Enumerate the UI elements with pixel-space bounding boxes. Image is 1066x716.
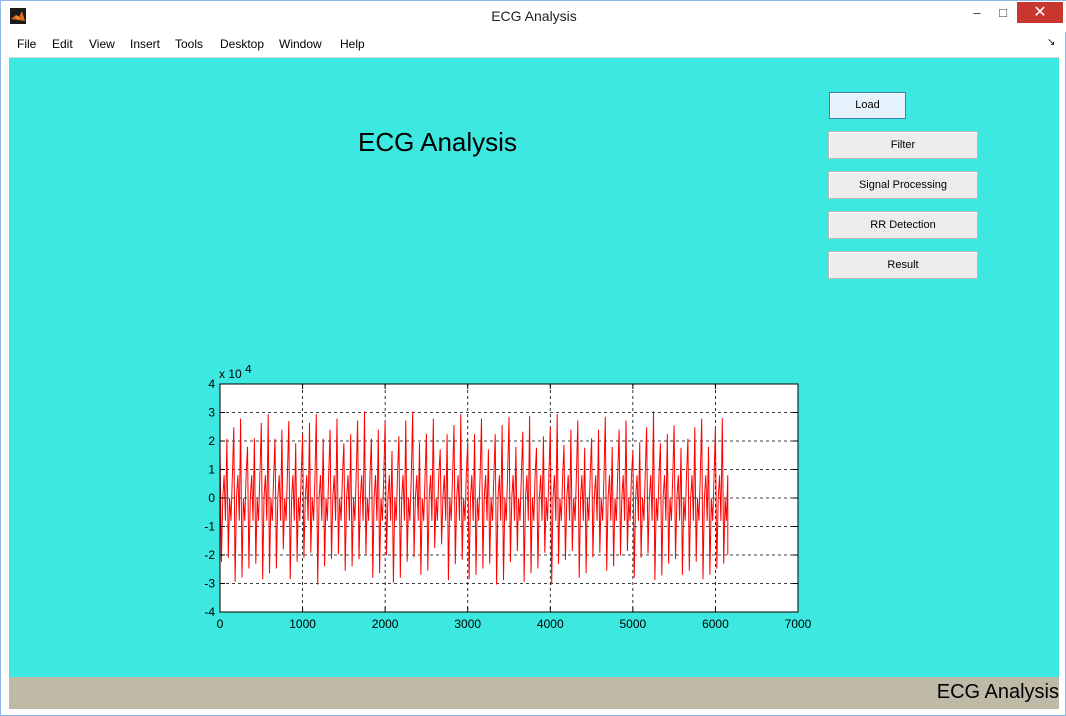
status-text: ECG Analysis <box>936 681 1059 703</box>
y-tick-label: 1 <box>208 463 215 477</box>
y-exponent-label: x 10 <box>219 367 242 381</box>
page-title: ECG Analysis <box>358 127 517 157</box>
menu-file[interactable]: File <box>17 37 36 51</box>
y-tick-label: -1 <box>204 520 215 534</box>
rr-detection-button[interactable]: RR Detection <box>828 211 978 239</box>
y-tick-label: -4 <box>204 605 215 619</box>
minimize-icon[interactable]: – <box>963 2 991 23</box>
app-window: ECG Analysis – □ ✕ File Edit View Insert… <box>0 0 1066 716</box>
x-tick-label: 7000 <box>785 617 811 631</box>
y-tick-label: 3 <box>208 406 215 420</box>
menu-window[interactable]: Window <box>279 37 322 51</box>
menu-bar: File Edit View Insert Tools Desktop Wind… <box>9 32 1059 58</box>
menu-edit[interactable]: Edit <box>52 37 73 51</box>
x-tick-label: 0 <box>217 617 224 631</box>
filter-button[interactable]: Filter <box>828 131 978 159</box>
y-tick-label: 2 <box>208 434 215 448</box>
y-exponent-power: 4 <box>245 365 252 376</box>
x-tick-label: 3000 <box>454 617 481 631</box>
x-tick-label: 1000 <box>289 617 316 631</box>
status-strip: ECG Analysis <box>9 677 1059 709</box>
y-tick-label: 0 <box>208 491 215 505</box>
menu-tools[interactable]: Tools <box>175 37 203 51</box>
y-tick-label: -2 <box>204 548 215 562</box>
dock-arrow-icon[interactable]: ↘ <box>1047 37 1055 48</box>
y-tick-label: 4 <box>208 377 215 391</box>
menu-help[interactable]: Help <box>340 37 365 51</box>
window-title: ECG Analysis <box>491 8 577 24</box>
maximize-icon[interactable]: □ <box>992 2 1014 23</box>
menu-desktop[interactable]: Desktop <box>220 37 264 51</box>
x-tick-label: 6000 <box>702 617 729 631</box>
y-tick-label: -3 <box>204 577 215 591</box>
x-tick-label: 2000 <box>372 617 399 631</box>
menu-view[interactable]: View <box>89 37 115 51</box>
menu-insert[interactable]: Insert <box>130 37 160 51</box>
title-bar: ECG Analysis – □ ✕ <box>1 1 1066 32</box>
close-icon[interactable]: ✕ <box>1017 2 1063 23</box>
result-button[interactable]: Result <box>828 251 978 279</box>
x-tick-label: 5000 <box>620 617 647 631</box>
load-button[interactable]: Load <box>829 92 906 119</box>
x-tick-label: 4000 <box>537 617 564 631</box>
ecg-signal-plot: 0 1000 2000 3000 4000 5000 6000 7000 -4 -3 -2 -1 0 1 2… <box>204 365 811 631</box>
signal-processing-button[interactable]: Signal Processing <box>828 171 978 199</box>
